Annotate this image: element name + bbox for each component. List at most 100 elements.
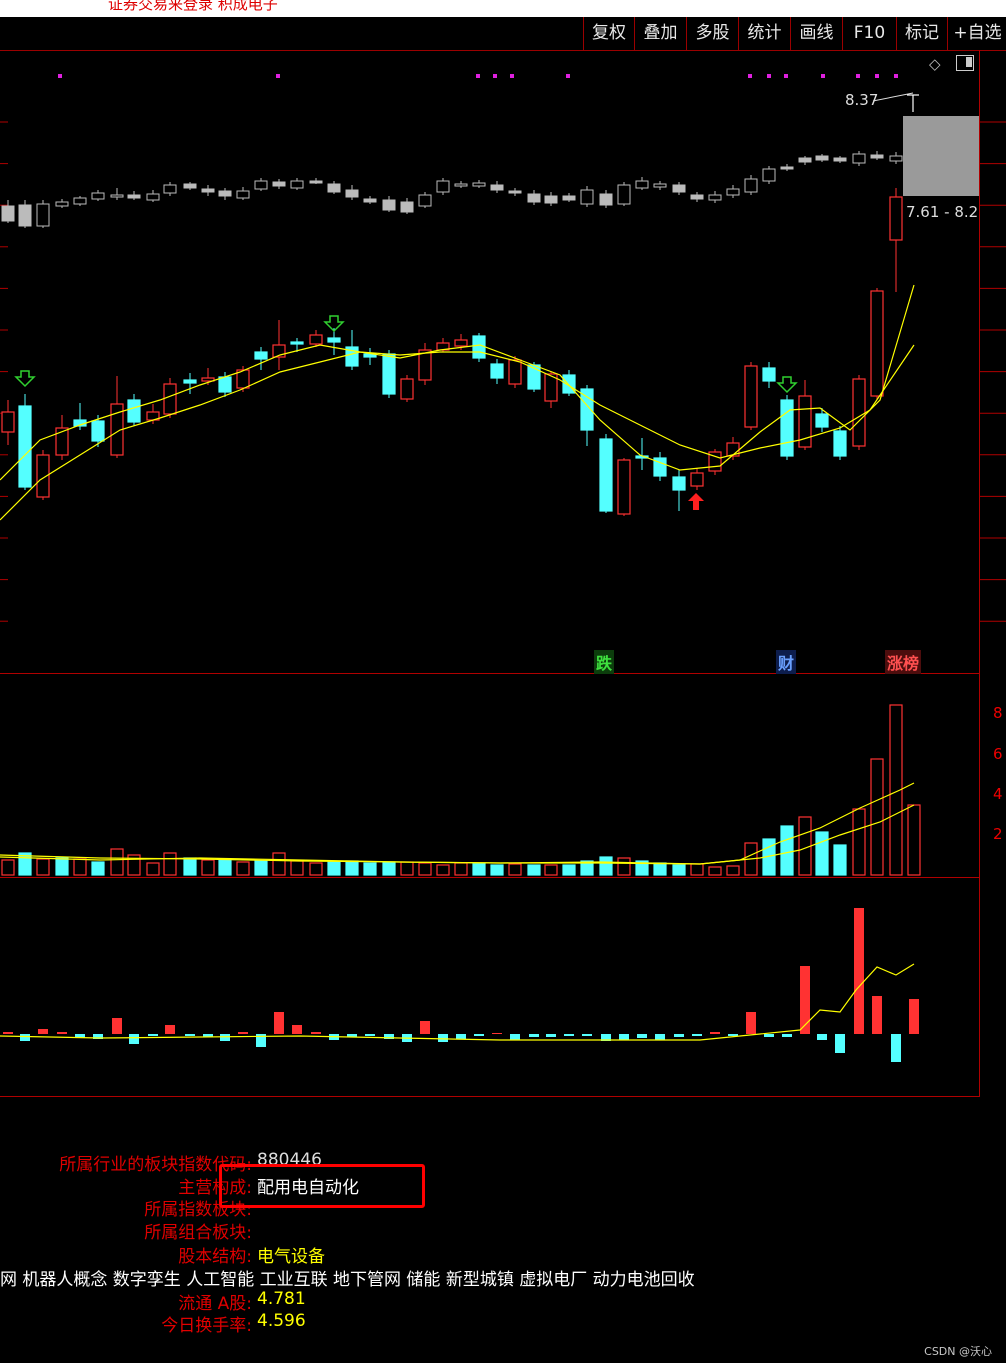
- volume-bar: [146, 862, 160, 876]
- volume-bar: [780, 825, 794, 876]
- indicator-bar: [710, 1032, 720, 1034]
- volume-bar: [454, 862, 468, 876]
- marker-dots: [58, 74, 898, 78]
- candle-body: [1, 205, 15, 222]
- candle-body: [327, 337, 341, 343]
- indicator-bar: [438, 1034, 448, 1042]
- candle-body: [798, 157, 812, 163]
- concept-list: 网 机器人概念 数字孪生 人工智能 工业互联 地下管网 储能 新型城镇 虚拟电厂…: [0, 1270, 695, 1290]
- candle-body: [418, 349, 432, 381]
- down-arrow-icon: [14, 370, 36, 388]
- candle-body: [762, 367, 776, 382]
- window-icon[interactable]: [956, 55, 974, 71]
- panel-divider: [0, 877, 980, 878]
- candle-body: [708, 194, 722, 201]
- candle-body: [744, 365, 758, 428]
- candle-body: [599, 438, 613, 512]
- indicator-bar: [57, 1032, 67, 1034]
- indicator-bar: [20, 1034, 30, 1041]
- indicator-bar: [564, 1034, 574, 1036]
- volume-bar: [400, 861, 414, 876]
- candle-body: [183, 379, 197, 384]
- indicator-bar: [292, 1025, 302, 1034]
- indicator-bar: [129, 1034, 139, 1044]
- volume-bar: [418, 862, 432, 876]
- indicator-bar: [185, 1034, 195, 1036]
- candle-body: [18, 405, 32, 488]
- candle-body: [290, 341, 304, 345]
- indicator-bar: [619, 1034, 629, 1040]
- candle-body: [382, 199, 396, 211]
- volume-bar: [544, 864, 558, 876]
- indicator-bars: [0, 908, 919, 1062]
- indicator-bar: [311, 1032, 321, 1034]
- candle-body: [762, 168, 776, 182]
- marker-dot: [784, 74, 788, 78]
- high-price-label: 8.37: [845, 91, 879, 109]
- candle-body: [218, 376, 232, 393]
- volume-bar: [1, 859, 15, 876]
- candle-body: [327, 183, 341, 193]
- indicator-bar: [872, 996, 882, 1034]
- volume-bar: [833, 844, 847, 876]
- volume-bar: [110, 848, 124, 876]
- candle-body: [544, 195, 558, 204]
- volume-bar: [907, 804, 921, 876]
- candle-body: [870, 290, 884, 397]
- candle-body: [672, 184, 686, 193]
- panel-divider: [0, 673, 980, 674]
- candle-body: [183, 183, 197, 189]
- candle-body: [599, 193, 613, 206]
- moving-average-line: [0, 344, 915, 521]
- candle-body: [236, 190, 250, 199]
- indicator-bar: [546, 1034, 556, 1037]
- info-label-combo-sector: 所属组合板块:: [144, 1223, 252, 1243]
- candle-body: [490, 363, 504, 379]
- indicator-bar: [854, 908, 864, 1034]
- window-title: 证券交易来登录 积成电子: [108, 0, 278, 13]
- indicator-bar: [456, 1034, 466, 1039]
- volume-bar: [290, 860, 304, 876]
- marker-dot: [748, 74, 752, 78]
- indicator-bar: [420, 1021, 430, 1034]
- candle-body: [146, 193, 160, 201]
- indicator-bar: [112, 1018, 122, 1034]
- candles: [1, 94, 979, 516]
- volume-bar: [91, 861, 105, 876]
- candle-body: [400, 378, 414, 400]
- info-label-index-sector: 所属指数板块:: [144, 1200, 252, 1220]
- candle-body: [580, 189, 594, 205]
- candle-body: [508, 359, 522, 385]
- pointer-line: [872, 92, 914, 102]
- event-tag-drop[interactable]: 跌: [594, 650, 615, 674]
- indicator-bar: [492, 1033, 502, 1034]
- volume-bar: [254, 860, 268, 876]
- marker-dot: [58, 74, 62, 78]
- indicator-bar: [165, 1025, 175, 1034]
- candle-body: [815, 413, 829, 428]
- candle-body: [508, 190, 522, 194]
- indicator-bar: [746, 1012, 756, 1034]
- candle-body: [73, 197, 87, 205]
- volume-axis-label: 8: [993, 704, 1003, 722]
- candle-body: [218, 190, 232, 197]
- panel-divider: [0, 1096, 980, 1097]
- marker-dot: [894, 74, 898, 78]
- volume-axis-label: 6: [993, 745, 1003, 763]
- volume-bar: [236, 861, 250, 876]
- down-arrow-icon: [776, 376, 798, 394]
- candle-body: [309, 180, 323, 184]
- event-tag-top-list[interactable]: 涨榜: [885, 650, 922, 674]
- event-tag-finance[interactable]: 财: [776, 650, 797, 674]
- candle-body: [527, 193, 541, 203]
- volume-axis-label: 2: [993, 825, 1003, 843]
- indicator-bar: [674, 1034, 684, 1037]
- candle-body: [889, 155, 903, 162]
- volume-bar: [815, 831, 829, 876]
- volume-bar: [201, 859, 215, 876]
- candle-body: [163, 383, 177, 415]
- volume-bar: [690, 863, 704, 876]
- diamond-icon[interactable]: ◇: [929, 55, 941, 73]
- indicator-bar: [891, 1034, 901, 1062]
- candle-body: [852, 153, 866, 164]
